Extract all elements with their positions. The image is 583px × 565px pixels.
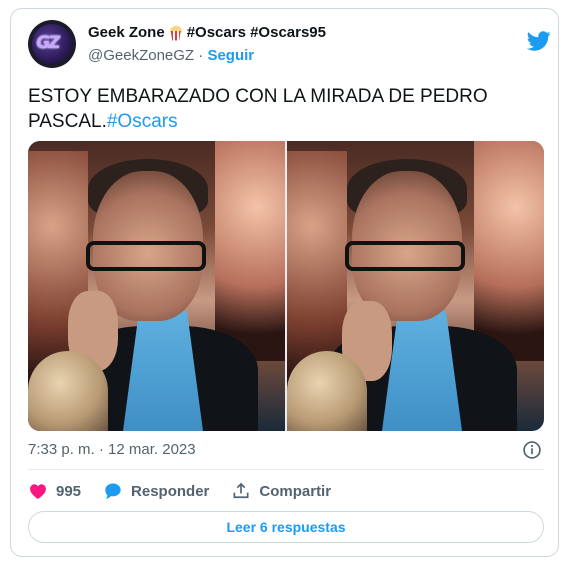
share-button[interactable]: Compartir [231,481,331,501]
twitter-bird-icon[interactable] [527,29,551,53]
author-handle[interactable]: @GeekZoneGZ [88,47,194,64]
photo-2[interactable] [287,141,544,431]
popcorn-icon [169,25,183,41]
reply-button[interactable]: Responder [103,481,209,501]
author-name-hashtags: #Oscars #Oscars95 [186,24,326,41]
avatar-logo-mark: GZ [34,33,60,53]
tweet-card[interactable]: GZ Geek Zone #Oscars #Oscars95 @GeekZone… [10,8,559,557]
tweet-hashtag-link[interactable]: #Oscars [107,111,178,132]
timestamp-separator: · [98,441,104,458]
divider [28,469,544,470]
heart-icon [30,484,46,499]
handle-separator: · [198,47,204,64]
tweet-time[interactable]: 7:33 p. m. [28,441,95,458]
like-count: 995 [56,482,82,500]
read-replies-button[interactable]: Leer 6 respuestas [28,511,544,543]
reply-label: Responder [131,482,210,500]
follow-button[interactable]: Seguir [207,47,254,64]
tweet-media[interactable] [28,141,544,431]
share-label: Compartir [259,482,332,500]
share-icon [233,482,249,499]
like-button[interactable]: 995 [28,481,81,501]
tweet-text: ESTOY EMBARAZADO CON LA MIRADA DE PEDRO … [28,84,548,134]
author-name-row[interactable]: Geek Zone #Oscars #Oscars95 [88,24,326,41]
author-avatar[interactable]: GZ [28,20,76,68]
tweet-actions: 995 Responder Compartir [28,479,353,503]
info-icon[interactable] [522,440,542,460]
reply-bubble-icon [105,483,121,499]
tweet-timestamp[interactable]: 7:33 p. m. · 12 mar. 2023 [28,441,196,458]
tweet-body: ESTOY EMBARAZADO CON LA MIRADA DE PEDRO … [28,86,488,132]
author-display-name[interactable]: Geek Zone [88,24,165,41]
author-handle-row: @GeekZoneGZ · Seguir [88,47,254,64]
photo-1[interactable] [28,141,285,431]
tweet-date[interactable]: 12 mar. 2023 [108,441,196,458]
